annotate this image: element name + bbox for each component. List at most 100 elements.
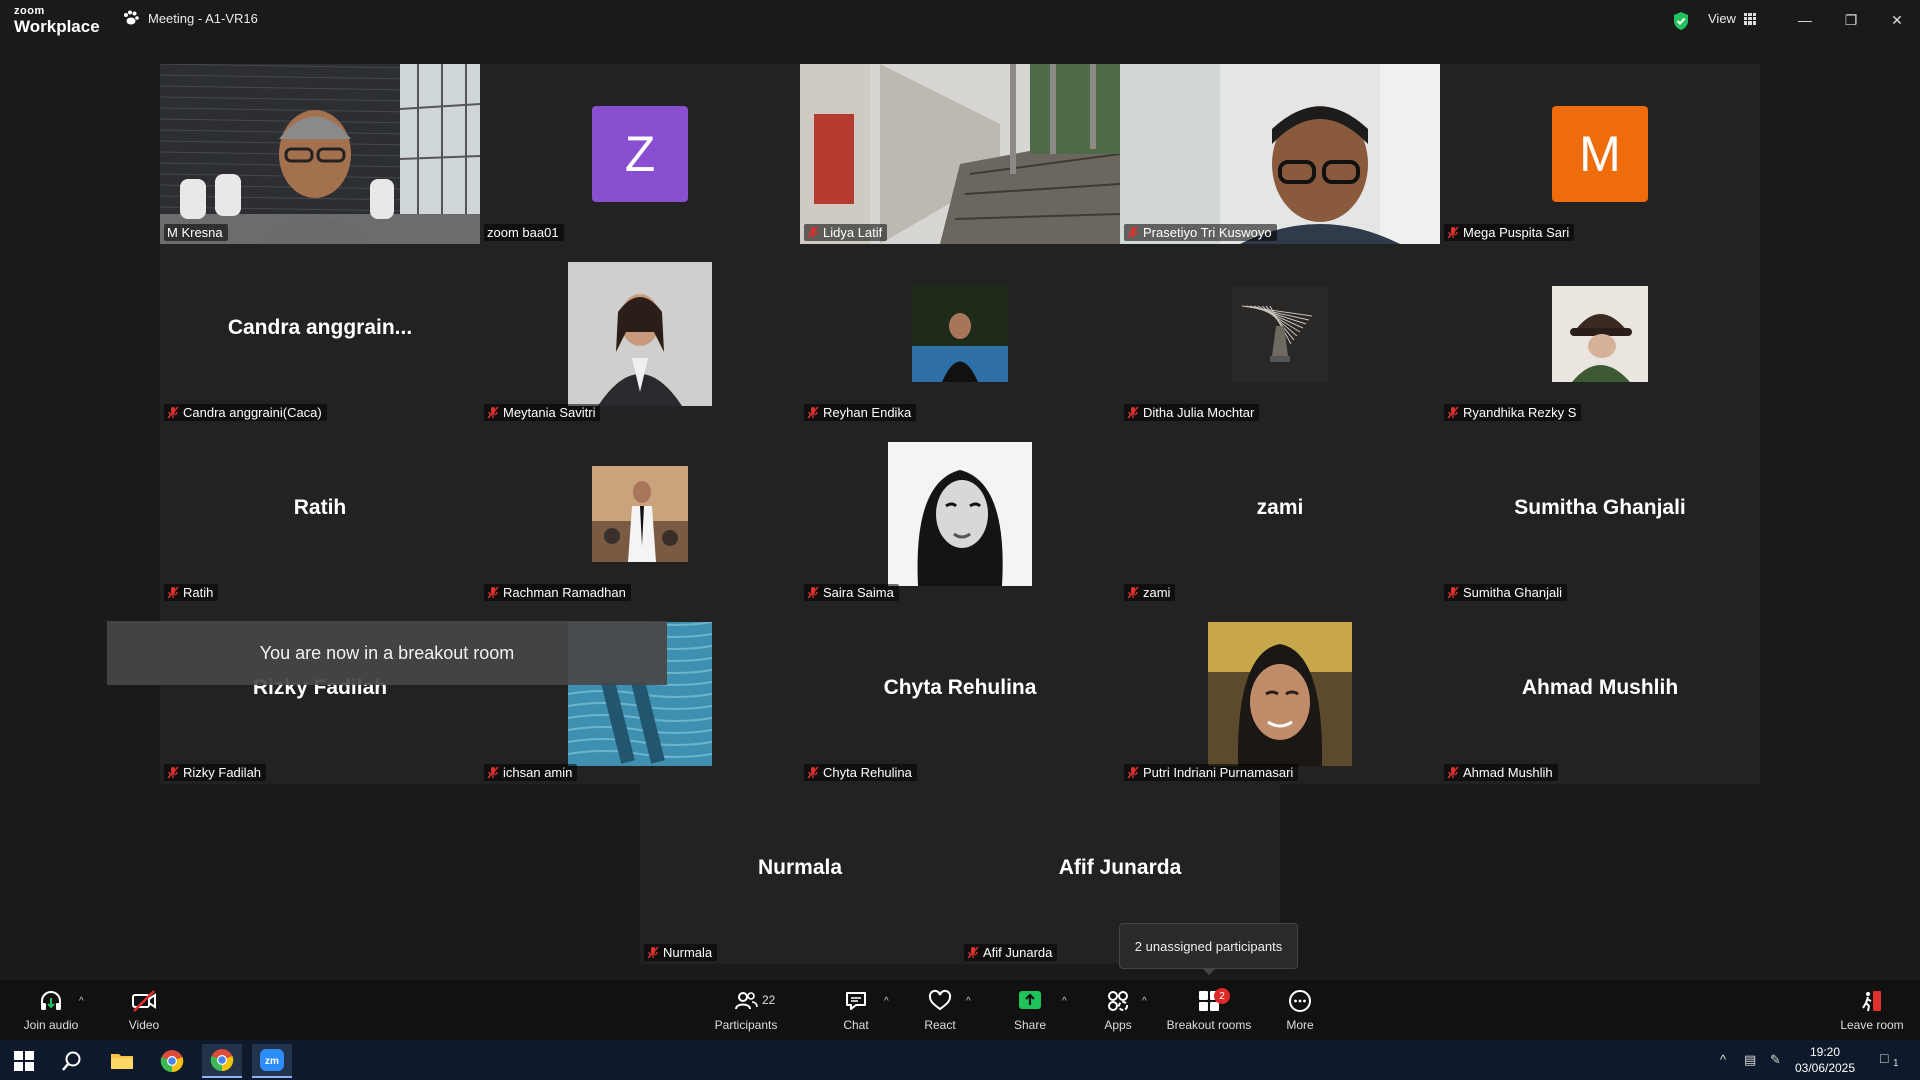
chat-button[interactable]: Chat xyxy=(826,980,886,1040)
network-icon[interactable]: ▤ xyxy=(1744,1052,1756,1068)
mic-muted-icon xyxy=(167,766,179,779)
participant-name-label: Chyta Rehulina xyxy=(804,764,917,781)
system-clock[interactable]: 19:20 03/06/2025 xyxy=(1790,1044,1860,1076)
participant-name: Rachman Ramadhan xyxy=(503,585,626,600)
chrome-active-button[interactable] xyxy=(202,1044,242,1078)
zoom-taskbar-button[interactable]: zm xyxy=(252,1044,292,1078)
apps-label: Apps xyxy=(1104,1018,1132,1032)
share-button[interactable]: Share xyxy=(1000,980,1060,1040)
mic-muted-icon xyxy=(1447,226,1459,239)
video-feed xyxy=(1120,64,1440,244)
participant-name-label: Rizky Fadilah xyxy=(164,764,267,781)
video-feed xyxy=(160,64,480,244)
restore-button[interactable]: ❐ xyxy=(1836,8,1866,32)
profile-picture xyxy=(1232,286,1328,382)
notification-count: 1 xyxy=(1893,1058,1899,1069)
chrome-button[interactable] xyxy=(152,1044,192,1078)
heart-icon xyxy=(928,989,952,1011)
participant-tile-sumitha-ghanjali[interactable]: Sumitha Ghanjali Sumitha Ghanjali xyxy=(1440,424,1760,604)
participant-name-label: ichsan amin xyxy=(484,764,578,781)
participant-name: Ryandhika Rezky S xyxy=(1463,405,1577,420)
participant-tile-saira-saima[interactable]: Saira Saima xyxy=(800,424,1120,604)
participant-name-label: Rachman Ramadhan xyxy=(484,584,631,601)
notifications-icon[interactable]: □ xyxy=(1880,1050,1888,1066)
mic-muted-icon xyxy=(807,226,819,239)
participant-tile-ratih[interactable]: Ratih Ratih xyxy=(160,424,480,604)
mic-muted-icon xyxy=(487,766,499,779)
video-button[interactable]: Video xyxy=(114,980,174,1040)
participant-name: zoom baa01 xyxy=(487,225,559,240)
react-button[interactable]: React xyxy=(910,980,970,1040)
participant-tile-prasetiyo-tri-kuswoyo[interactable]: Prasetiyo Tri Kuswoyo xyxy=(1120,64,1440,244)
logo-top-text: zoom xyxy=(14,5,45,17)
participant-name: Ratih xyxy=(183,585,214,600)
display-name: Ahmad Mushlih xyxy=(1521,676,1679,699)
mic-muted-icon xyxy=(647,946,659,959)
leave-room-button[interactable]: Leave room xyxy=(1834,980,1910,1040)
participant-tile-putri-indriani-purnamasari[interactable]: Putri Indriani Purnamasari xyxy=(1120,604,1440,784)
participant-tile-reyhan-endika[interactable]: Reyhan Endika xyxy=(800,244,1120,424)
mic-muted-icon xyxy=(807,406,819,419)
mic-muted-icon xyxy=(167,406,179,419)
security-shield-icon[interactable] xyxy=(1672,11,1690,31)
profile-picture xyxy=(1552,286,1648,382)
participant-tile-mega-puspita-sari[interactable]: M Mega Puspita Sari xyxy=(1440,64,1760,244)
display-name: Chyta Rehulina xyxy=(883,676,1037,699)
participant-tile-rachman-ramadhan[interactable]: Rachman Ramadhan xyxy=(480,424,800,604)
participant-name: Candra anggraini(Caca) xyxy=(183,405,322,420)
display-name: Ratih xyxy=(293,496,347,519)
unassigned-participants-tooltip: 2 unassigned participants xyxy=(1119,923,1298,975)
clock-date: 03/06/2025 xyxy=(1794,1061,1856,1075)
participant-name: Reyhan Endika xyxy=(823,405,912,420)
mic-muted-icon xyxy=(807,766,819,779)
audio-options-caret-icon[interactable]: ^ xyxy=(79,996,84,1007)
participant-tile-lidya-latif[interactable]: Lidya Latif xyxy=(800,64,1120,244)
participant-tile-zoom-baa01[interactable]: Zzoom baa01 xyxy=(480,64,800,244)
share-screen-icon xyxy=(1019,991,1041,1009)
participant-name: Prasetiyo Tri Kuswoyo xyxy=(1143,225,1272,240)
minimize-button[interactable]: — xyxy=(1790,8,1820,32)
chrome-profile-icon xyxy=(210,1049,234,1072)
participant-tile-ryandhika-rezky-s[interactable]: Ryandhika Rezky S xyxy=(1440,244,1760,424)
mic-muted-icon xyxy=(1447,586,1459,599)
participants-button[interactable]: Participants xyxy=(710,980,782,1040)
participant-name: Mega Puspita Sari xyxy=(1463,225,1570,240)
participant-tile-nurmala[interactable]: Nurmala Nurmala xyxy=(640,784,960,964)
file-explorer-button[interactable] xyxy=(102,1044,142,1078)
apps-options-caret-icon[interactable]: ^ xyxy=(1142,996,1147,1007)
view-button[interactable]: View xyxy=(1708,11,1756,26)
participant-name-label: Putri Indriani Purnamasari xyxy=(1124,764,1299,781)
start-button[interactable] xyxy=(4,1044,44,1078)
join-audio-button[interactable]: Join audio xyxy=(16,980,86,1040)
search-button[interactable] xyxy=(52,1044,92,1078)
participant-tile-ahmad-mushlih[interactable]: Ahmad Mushlih Ahmad Mushlih xyxy=(1440,604,1760,784)
participant-tile-m-kresna[interactable]: M Kresna xyxy=(160,64,480,244)
close-window-button[interactable]: ✕ xyxy=(1882,8,1912,32)
meeting-toolbar: Join audio ^ Video Participants 22 Chat … xyxy=(0,980,1920,1040)
participants-count: 22 xyxy=(762,993,776,1007)
breakout-rooms-button[interactable]: Breakout rooms xyxy=(1164,980,1254,1040)
participant-tile-ditha-julia-mochtar[interactable]: Ditha Julia Mochtar xyxy=(1120,244,1440,424)
participant-name: Afif Junarda xyxy=(983,945,1053,960)
participant-tile-zami[interactable]: zami zami xyxy=(1120,424,1440,604)
participant-name-label: Candra anggraini(Caca) xyxy=(164,404,327,421)
mic-muted-icon xyxy=(1447,406,1459,419)
participant-tile-meytania-savitri[interactable]: Meytania Savitri xyxy=(480,244,800,424)
pen-icon[interactable]: ✎ xyxy=(1770,1052,1781,1068)
apps-button[interactable]: Apps xyxy=(1088,980,1148,1040)
participant-tile-candra-anggraini-caca[interactable]: Candra anggrain... Candra anggraini(Caca) xyxy=(160,244,480,424)
participant-name: zami xyxy=(1143,585,1171,600)
react-label: React xyxy=(924,1018,956,1032)
chat-options-caret-icon[interactable]: ^ xyxy=(884,996,889,1007)
participant-tile-chyta-rehulina[interactable]: Chyta Rehulina Chyta Rehulina xyxy=(800,604,1120,784)
chrome-icon xyxy=(160,1050,184,1073)
avatar-letter: M xyxy=(1552,106,1648,202)
participants-label: Participants xyxy=(714,1018,778,1032)
participant-name-label: Ahmad Mushlih xyxy=(1444,764,1558,781)
show-hidden-icons-icon[interactable]: ^ xyxy=(1720,1052,1726,1067)
mic-muted-icon xyxy=(1127,586,1139,599)
share-options-caret-icon[interactable]: ^ xyxy=(1062,996,1067,1007)
breakout-rooms-label: Breakout rooms xyxy=(1166,1018,1252,1032)
more-button[interactable]: More xyxy=(1270,980,1330,1040)
react-options-caret-icon[interactable]: ^ xyxy=(966,996,971,1007)
